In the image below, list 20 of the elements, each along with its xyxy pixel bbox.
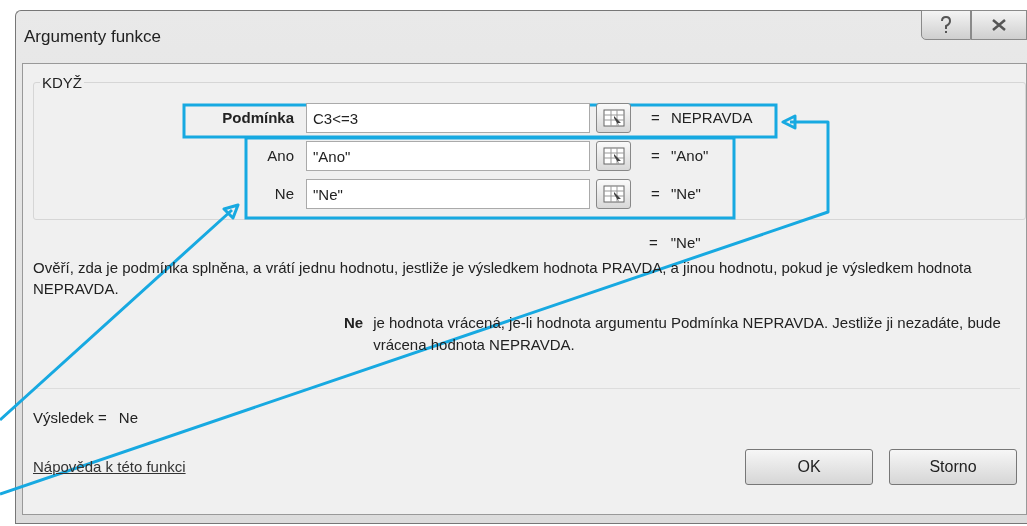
cancel-button[interactable]: Storno <box>889 449 1017 485</box>
argument-result: "Ano" <box>671 145 709 166</box>
argument-result: NEPRAVDA <box>671 107 753 128</box>
argument-field[interactable]: C3<=3 <box>306 103 590 133</box>
equals-sign: = <box>651 107 661 128</box>
ok-button[interactable]: OK <box>745 449 873 485</box>
argument-result: "Ne" <box>671 183 701 204</box>
argument-label: Ano <box>266 145 295 166</box>
equals-sign: = <box>651 183 661 204</box>
argument-label: Ne <box>273 183 295 204</box>
argument-name: Ne <box>344 313 364 333</box>
equals-sign: = <box>651 145 661 166</box>
argument-field[interactable]: "Ne" <box>306 179 590 209</box>
result-label: Výsledek = <box>33 407 107 428</box>
result-value: Ne <box>118 407 138 428</box>
argument-field[interactable]: "Ano" <box>306 141 590 171</box>
equals-sign: = <box>649 233 658 253</box>
formula-result: "Ne" <box>670 233 701 253</box>
window-title: Argumenty funkce <box>24 26 161 49</box>
argument-label: Podmínka <box>221 107 295 128</box>
